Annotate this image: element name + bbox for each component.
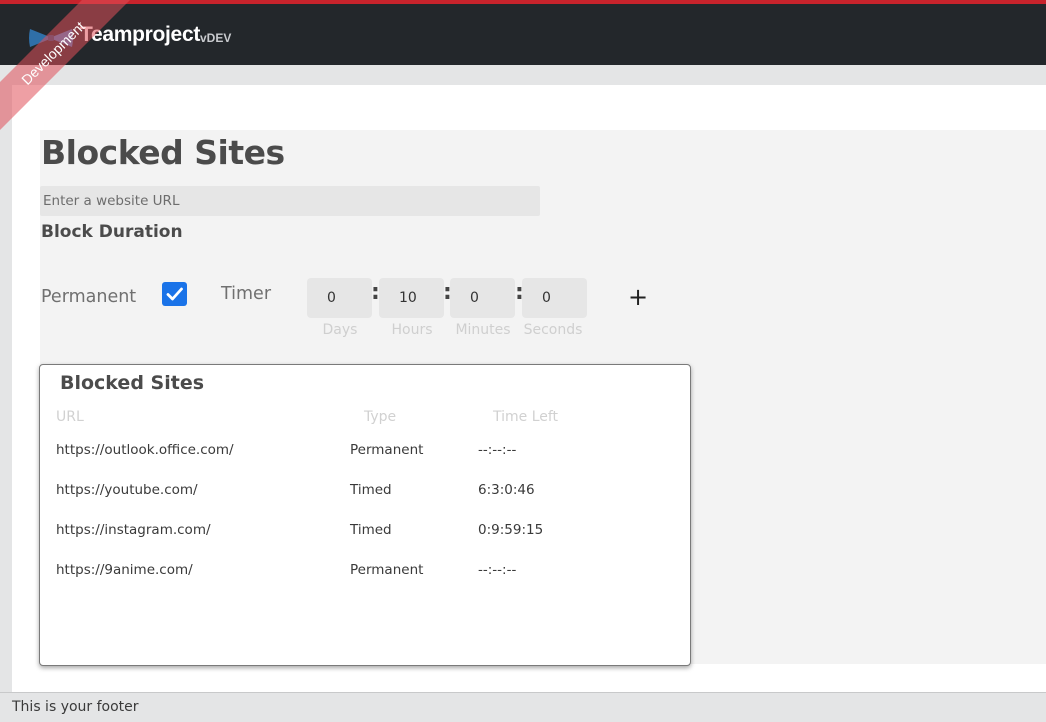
permanent-label: Permanent (41, 287, 137, 307)
minutes-caption: Minutes (455, 322, 511, 338)
row-url: https://outlook.office.com/ (56, 442, 234, 458)
row-url: https://youtube.com/ (56, 482, 198, 498)
block-duration-heading: Block Duration (41, 222, 183, 242)
hours-input[interactable] (379, 278, 444, 318)
permanent-checkbox[interactable] (162, 282, 187, 306)
seconds-input[interactable] (522, 278, 587, 318)
add-site-button[interactable]: + (626, 282, 650, 312)
row-type: Permanent (350, 442, 424, 458)
blocked-sites-list: Blocked Sites URL Type Time Left https:/… (39, 364, 691, 666)
row-type: Permanent (350, 562, 424, 578)
column-header-url: URL (56, 409, 84, 425)
timer-label: Timer (221, 284, 272, 304)
days-caption: Days (322, 322, 358, 338)
row-time-left: --:--:-- (478, 562, 517, 578)
row-url: https://instagram.com/ (56, 522, 211, 538)
row-time-left: 6:3:0:46 (478, 482, 535, 498)
checkmark-icon (166, 287, 183, 301)
days-input[interactable] (307, 278, 372, 318)
page-title: Blocked Sites (41, 133, 285, 172)
footer-text: This is your footer (12, 699, 139, 715)
row-type: Timed (350, 522, 392, 538)
url-input[interactable] (40, 186, 540, 216)
column-header-time-left: Time Left (493, 409, 559, 425)
seconds-caption: Seconds (523, 322, 583, 338)
footer: This is your footer (0, 692, 1046, 722)
row-time-left: 0:9:59:15 (478, 522, 544, 538)
top-navbar: Teamproject vDEV (0, 0, 1046, 65)
version-tag: vDEV (200, 31, 232, 45)
list-title: Blocked Sites (60, 372, 205, 394)
row-time-left: --:--:-- (478, 442, 517, 458)
row-type: Timed (350, 482, 392, 498)
row-url: https://9anime.com/ (56, 562, 193, 578)
minutes-input[interactable] (450, 278, 515, 318)
column-header-type: Type (364, 409, 397, 425)
hours-caption: Hours (391, 322, 433, 338)
